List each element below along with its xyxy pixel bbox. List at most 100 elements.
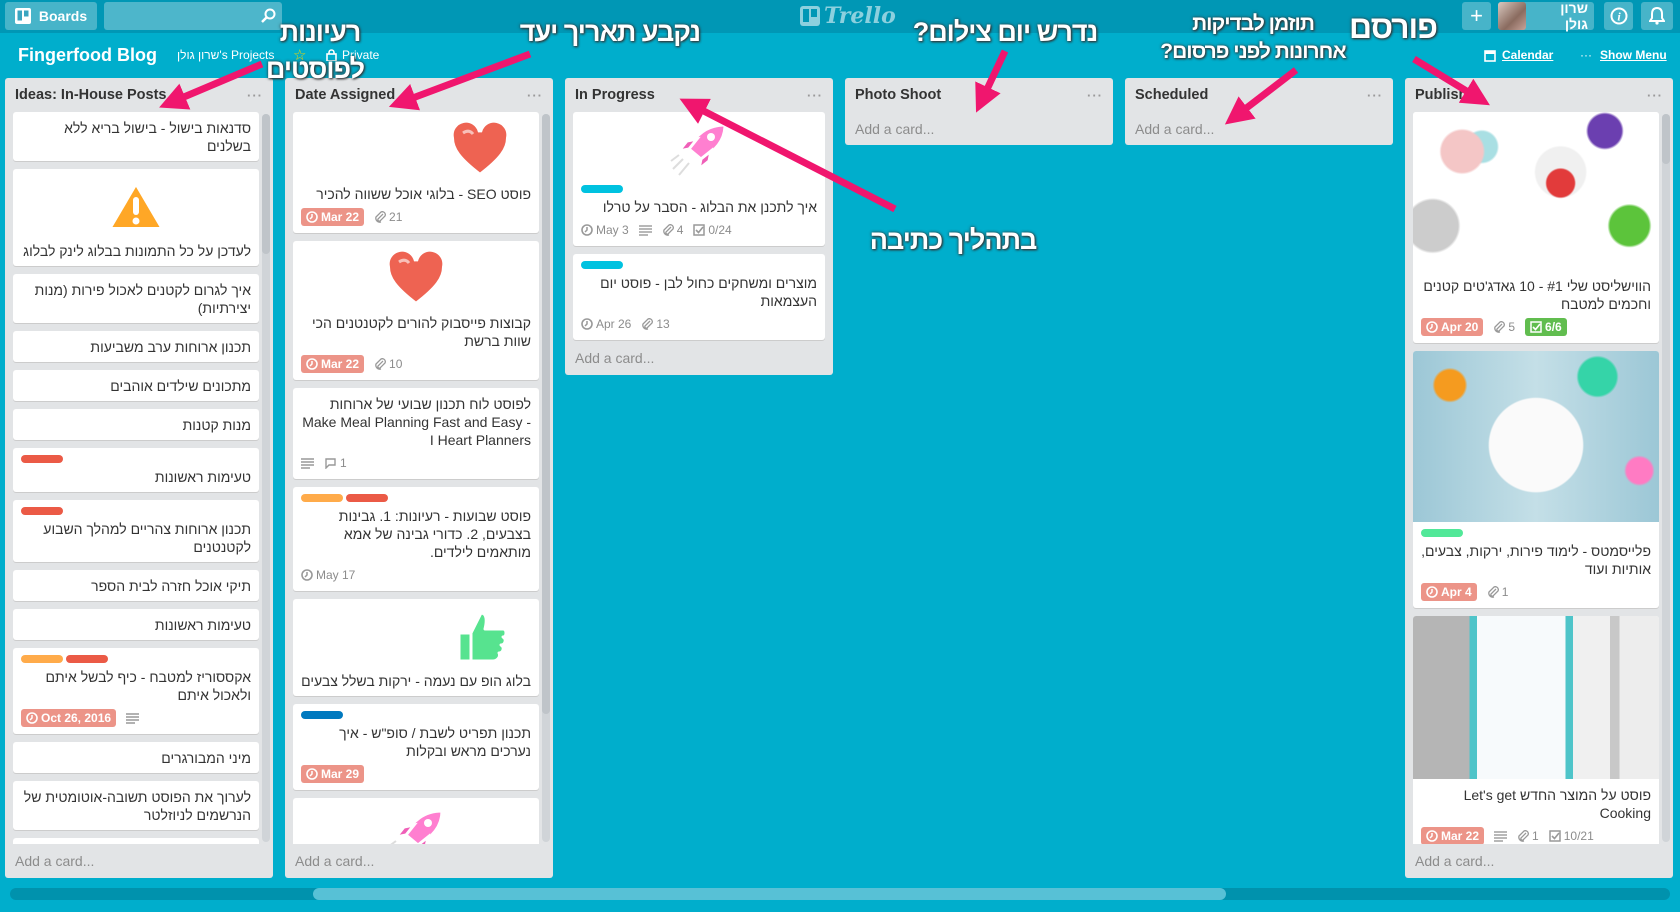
card[interactable]: פוסט על המוצר החדש Let's get Cooking Mar … (1413, 616, 1659, 844)
fridge-planner-photo (1413, 616, 1659, 779)
card[interactable]: טעימות ראשונות (13, 609, 259, 640)
list-header[interactable]: Publish ··· (1405, 78, 1673, 112)
list-menu-icon[interactable]: ··· (1647, 88, 1663, 103)
card[interactable]: מתכונים שילדים אוהבים (13, 370, 259, 401)
list-header[interactable]: Scheduled ··· (1125, 78, 1393, 112)
card[interactable]: אקססוריז למטבח - כיף לבשל איתם ולאכול אי… (13, 648, 259, 734)
show-menu-label: Show Menu (1600, 48, 1667, 62)
card-sticker (21, 176, 251, 242)
card-labels (1421, 529, 1651, 537)
card[interactable]: איך לגרום לקטנים לאכול פירות (מנות יצירת… (13, 274, 259, 323)
vertical-scrollbar[interactable] (542, 114, 550, 842)
card[interactable]: טעימות ראשונות (13, 448, 259, 492)
add-card-button[interactable]: Add a card... (1125, 112, 1393, 146)
add-card-button[interactable]: Add a card... (845, 112, 1113, 146)
card-badges: Mar 29 (301, 764, 531, 784)
card[interactable]: לפוסט לוח תכנון שבועי של ארוחות Make Mea… (293, 388, 539, 479)
list-menu-icon[interactable]: ··· (1367, 88, 1383, 103)
warning-icon (105, 179, 167, 240)
info-button[interactable]: i (1604, 2, 1633, 30)
card-title: תיקי אוכל חזרה לבית הספר (91, 578, 251, 594)
horizontal-scrollbar[interactable] (10, 888, 1670, 900)
card[interactable]: בלוג הופ עם נעמה - ירקות בשלל צבעים (293, 599, 539, 696)
info-icon: i (1610, 7, 1627, 25)
card[interactable]: פלייסמטס - לימוד פירות, ירקות, צבעים, או… (1413, 351, 1659, 608)
card[interactable] (13, 838, 259, 844)
due-date: Apr 4 (1441, 585, 1472, 599)
vertical-scrollbar[interactable] (1662, 114, 1670, 842)
card-badges: Apr 4 1 (1421, 582, 1651, 602)
member-menu[interactable]: שרון גולן (1498, 0, 1594, 32)
due-date: Mar 29 (321, 767, 360, 781)
list-title[interactable]: Ideas: In-House Posts (15, 87, 166, 103)
label-sky (581, 261, 623, 269)
heart-icon (449, 118, 511, 184)
card[interactable] (293, 798, 539, 844)
list-header[interactable]: In Progress ··· (565, 78, 833, 112)
label-blue (301, 711, 343, 719)
card[interactable]: תכנון ארוחות ערב משביעות (13, 331, 259, 362)
list-menu-icon[interactable]: ··· (247, 88, 263, 103)
scrollbar-thumb[interactable] (1662, 114, 1670, 164)
list-menu-icon[interactable]: ··· (807, 88, 823, 103)
vertical-scrollbar[interactable] (262, 114, 270, 842)
list-header[interactable]: Ideas: In-House Posts ··· (5, 78, 273, 112)
card[interactable]: תיקי אוכל חזרה לבית הספר (13, 570, 259, 601)
card[interactable]: פוסט שבועות - רעיונות: 1. גבינות בצבעים,… (293, 487, 539, 591)
logo-text: Trello (824, 3, 896, 29)
card-badges: Mar 22 1 10/21 (1421, 826, 1651, 844)
list-header[interactable]: Photo Shoot ··· (845, 78, 1113, 112)
add-card-button[interactable]: Add a card... (1405, 844, 1673, 878)
card[interactable]: לערוך את הפוסט תשובה-אוטומטית של הנרשמים… (13, 781, 259, 830)
card-labels (21, 507, 251, 515)
search-input[interactable] (104, 2, 282, 30)
due-date: Mar 22 (321, 210, 360, 224)
boards-button[interactable]: Boards (5, 2, 97, 30)
card-title: פוסט SEO - בלוגי אוכל ששווה להכיר (316, 186, 531, 202)
scrollbar-thumb[interactable] (313, 888, 1226, 900)
more-icon: ··· (1580, 48, 1592, 62)
card[interactable]: מיני המבורגרים (13, 742, 259, 773)
list-menu-icon[interactable]: ··· (1087, 88, 1103, 103)
plus-icon: + (1470, 3, 1483, 28)
trello-logo[interactable]: Trello (800, 3, 896, 29)
list-title[interactable]: Photo Shoot (855, 87, 941, 103)
scrollbar-thumb[interactable] (542, 114, 550, 714)
label-green (1421, 529, 1463, 537)
board-title[interactable]: Fingerfood Blog (18, 40, 157, 70)
card[interactable]: איך לתכנן את הבלוג - הסבר על טרלו May 3 4 0… (573, 112, 825, 246)
add-card-button[interactable]: Add a card... (565, 341, 833, 375)
list-title[interactable]: Scheduled (1135, 87, 1208, 103)
notifications-button[interactable] (1641, 2, 1673, 30)
annotation-ideas-1: רעיונות (279, 17, 362, 47)
due-date: Mar 22 (321, 357, 360, 371)
card[interactable]: תכנון ארוחות צהריים למהלך השבוע לקטנטנים (13, 500, 259, 562)
attachments-badge: 13 (641, 317, 670, 331)
card[interactable]: מנות קטנות (13, 409, 259, 440)
scrollbar-thumb[interactable] (262, 114, 270, 254)
card-labels (581, 261, 817, 269)
card[interactable]: פוסט SEO - בלוגי אוכל ששווה להכיר Mar 22 2… (293, 112, 539, 233)
card[interactable]: מוצרים ומשחקים כחול לבן - פוסט יום העצמא… (573, 254, 825, 340)
card[interactable]: קבוצות פייסבוק להורים לקטנטנים הכי שוות … (293, 241, 539, 380)
card[interactable]: לעדכן על כל התמונות בבלוג לינק לבלוג (13, 169, 259, 266)
card[interactable]: תכנון תפריט לשבת / סופ"ש - איך נערכים מר… (293, 704, 539, 790)
list-title[interactable]: Publish (1415, 87, 1467, 103)
card-labels (21, 655, 251, 663)
add-card-button[interactable]: Add a card... (5, 844, 273, 878)
add-button[interactable]: + (1462, 2, 1491, 30)
list-menu-icon[interactable]: ··· (527, 88, 543, 103)
card[interactable]: סדנאות בישול - בישול בריא ללא בשלנים (13, 112, 259, 161)
card[interactable]: הווישליסט שלי #1 - 10 גאדג'טים קטנים וחכ… (1413, 112, 1659, 343)
show-menu-button[interactable]: ··· Show Menu (1580, 40, 1667, 70)
comment-count: 1 (340, 456, 347, 470)
description-icon (301, 457, 314, 469)
list-in-progress: In Progress ··· איך לתכנן את הבלוג - הסבר … (565, 78, 833, 375)
list-title[interactable]: Date Assigned (295, 87, 395, 103)
attachment-count: 13 (656, 317, 670, 331)
card-title: לעדכן על כל התמונות בבלוג לינק לבלוג (23, 243, 251, 259)
attachment-count: 4 (676, 223, 684, 237)
list-title[interactable]: In Progress (575, 87, 655, 103)
add-card-button[interactable]: Add a card... (285, 844, 553, 878)
calendar-button[interactable]: Calendar (1484, 40, 1553, 70)
